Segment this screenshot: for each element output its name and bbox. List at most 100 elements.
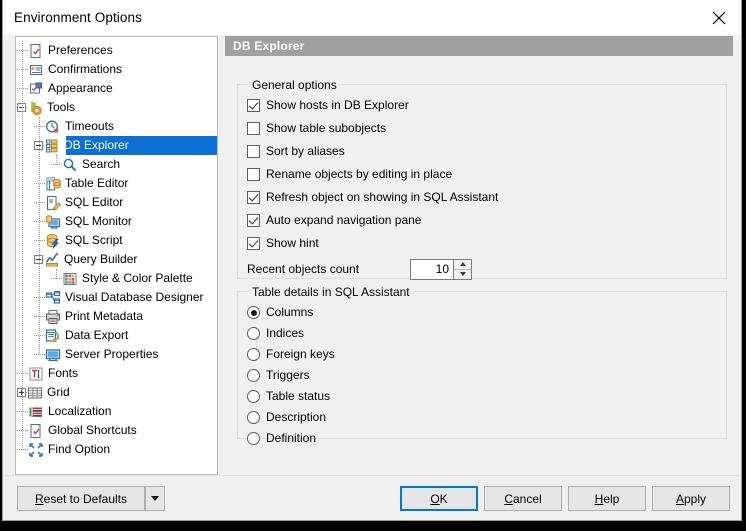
reset-to-defaults-dropdown-button[interactable] xyxy=(145,486,165,511)
server-properties-icon xyxy=(45,347,61,363)
options-tree-panel[interactable]: PreferencesConfirmationsAppearanceToolsT… xyxy=(15,36,218,475)
checkbox-show-table-subobjects[interactable] xyxy=(247,122,260,135)
checkbox-row[interactable]: Show hint xyxy=(247,235,726,252)
checkbox-rename-objects-by-editing-in-place[interactable] xyxy=(247,168,260,181)
tree-item-localization[interactable]: Localization xyxy=(16,402,217,421)
close-icon xyxy=(712,11,726,25)
help-button[interactable]: Help xyxy=(568,486,646,511)
checkbox-row[interactable]: Refresh object on showing in SQL Assista… xyxy=(247,189,726,206)
tree-item-icon-wrap xyxy=(28,62,44,78)
radio-label: Indices xyxy=(266,325,304,342)
tree-item-label: Print Metadata xyxy=(61,307,143,326)
tree-item-sql-monitor[interactable]: SQL Monitor xyxy=(16,212,217,231)
checkbox-label: Show hosts in DB Explorer xyxy=(266,97,409,114)
fonts-icon xyxy=(28,366,44,382)
radio-row[interactable]: Triggers xyxy=(247,367,726,384)
radio-label: Table status xyxy=(266,388,330,405)
tree-item-icon-wrap xyxy=(28,423,44,439)
radio-description[interactable] xyxy=(247,411,260,424)
checkbox-row[interactable]: Rename objects by editing in place xyxy=(247,166,726,183)
query-builder-icon xyxy=(44,252,60,268)
tree-item-tools[interactable]: Tools xyxy=(16,98,217,117)
help-label: Help xyxy=(595,492,620,506)
tree-item-timeouts[interactable]: Timeouts xyxy=(16,117,217,136)
tree-item-grid[interactable]: Grid xyxy=(16,383,217,402)
tree-item-global-shortcuts[interactable]: Global Shortcuts xyxy=(16,421,217,440)
tree-item-print-metadata[interactable]: Print Metadata xyxy=(16,307,217,326)
checkbox-refresh-object-on-showing-in-sql-assistant[interactable] xyxy=(247,191,260,204)
apply-button[interactable]: Apply xyxy=(652,486,730,511)
checkbox-sort-by-aliases[interactable] xyxy=(247,145,260,158)
general-options-group: General options Show hosts in DB Explore… xyxy=(237,84,727,279)
tree-item-sql-script[interactable]: SQL Script xyxy=(16,231,217,250)
checkbox-row[interactable]: Sort by aliases xyxy=(247,143,726,160)
radio-triggers[interactable] xyxy=(247,369,260,382)
tree-item-icon-wrap xyxy=(45,214,61,230)
settings-pane: DB Explorer General options Show hosts i… xyxy=(225,36,733,475)
tree-item-table-editor[interactable]: Table Editor xyxy=(16,174,217,193)
radio-row[interactable]: Definition xyxy=(247,430,726,447)
radio-row[interactable]: Table status xyxy=(247,388,726,405)
radio-indices[interactable] xyxy=(247,327,260,340)
checkbox-show-hosts-in-db-explorer[interactable] xyxy=(247,99,260,112)
tree-item-db-explorer[interactable]: DB Explorer xyxy=(16,136,217,155)
tree-item-search[interactable]: Search xyxy=(16,155,217,174)
radio-foreign-keys[interactable] xyxy=(247,348,260,361)
tree-item-query-builder[interactable]: Query Builder xyxy=(16,250,217,269)
spinner-increment-button[interactable] xyxy=(454,260,471,269)
pane-header: DB Explorer xyxy=(225,36,733,56)
checkbox-auto-expand-navigation-pane[interactable] xyxy=(247,214,260,227)
tree-item-icon-wrap xyxy=(62,271,78,287)
db-explorer-icon xyxy=(44,138,60,154)
table-details-group: Table details in SQL Assistant ColumnsIn… xyxy=(237,291,727,439)
tree-item-appearance[interactable]: Appearance xyxy=(16,79,217,98)
table-details-radio-list: ColumnsIndicesForeign keysTriggersTable … xyxy=(238,292,726,447)
tree-item-sql-editor[interactable]: SQL Editor xyxy=(16,193,217,212)
spinner-buttons xyxy=(453,260,471,279)
checkbox-label: Sort by aliases xyxy=(266,143,345,160)
radio-columns[interactable] xyxy=(247,306,260,319)
radio-row[interactable]: Description xyxy=(247,409,726,426)
radio-row[interactable]: Columns xyxy=(247,304,726,321)
page-title: Environment Options xyxy=(3,10,142,25)
ok-button[interactable]: OK xyxy=(400,486,478,511)
tree-item-style-color-palette[interactable]: Style & Color Palette xyxy=(16,269,217,288)
tree-item-preferences[interactable]: Preferences xyxy=(16,41,217,60)
radio-definition[interactable] xyxy=(247,432,260,445)
radio-label: Description xyxy=(266,409,326,426)
radio-table-status[interactable] xyxy=(247,390,260,403)
tree-item-label: Global Shortcuts xyxy=(44,421,137,440)
cancel-button[interactable]: Cancel xyxy=(484,486,562,511)
data-export-icon xyxy=(45,328,61,344)
tree-item-visual-database-designer[interactable]: Visual Database Designer xyxy=(16,288,217,307)
reset-to-defaults-button[interactable]: Reset to Defaults xyxy=(17,486,145,511)
tree-item-data-export[interactable]: Data Export xyxy=(16,326,217,345)
checkbox-row[interactable]: Show table subobjects xyxy=(247,120,726,137)
tree-item-icon-wrap xyxy=(28,366,44,382)
tree-item-label: DB Explorer xyxy=(60,136,129,155)
tree-item-server-properties[interactable]: Server Properties xyxy=(16,345,217,364)
tools-gear-icon xyxy=(27,100,43,116)
tree-item-label: Server Properties xyxy=(61,345,158,364)
close-button[interactable] xyxy=(696,0,741,35)
options-tree: PreferencesConfirmationsAppearanceToolsT… xyxy=(16,37,217,459)
general-options-list: Show hosts in DB Explorer Show table subo… xyxy=(238,85,726,252)
checkbox-show-hint[interactable] xyxy=(247,237,260,250)
checkbox-row[interactable]: Show hosts in DB Explorer xyxy=(247,97,726,114)
tree-item-icon-wrap xyxy=(45,176,61,192)
radio-row[interactable]: Foreign keys xyxy=(247,346,726,363)
tree-item-confirmations[interactable]: Confirmations xyxy=(16,60,217,79)
arrow-down-icon xyxy=(460,272,466,276)
spinner-decrement-button[interactable] xyxy=(454,269,471,279)
checkbox-row[interactable]: Auto expand navigation pane xyxy=(247,212,726,229)
tree-item-fonts[interactable]: Fonts xyxy=(16,364,217,383)
tree-item-label: Confirmations xyxy=(44,60,122,79)
tree-item-find-option[interactable]: Find Option xyxy=(16,440,217,459)
tree-item-icon-wrap xyxy=(45,328,61,344)
recent-objects-value[interactable]: 10 xyxy=(411,260,453,279)
recent-objects-spinner[interactable]: 10 xyxy=(410,259,472,280)
timeouts-clock-icon xyxy=(45,119,61,135)
tree-item-icon-wrap xyxy=(28,404,44,420)
tree-guide-line xyxy=(39,117,40,355)
radio-row[interactable]: Indices xyxy=(247,325,726,342)
